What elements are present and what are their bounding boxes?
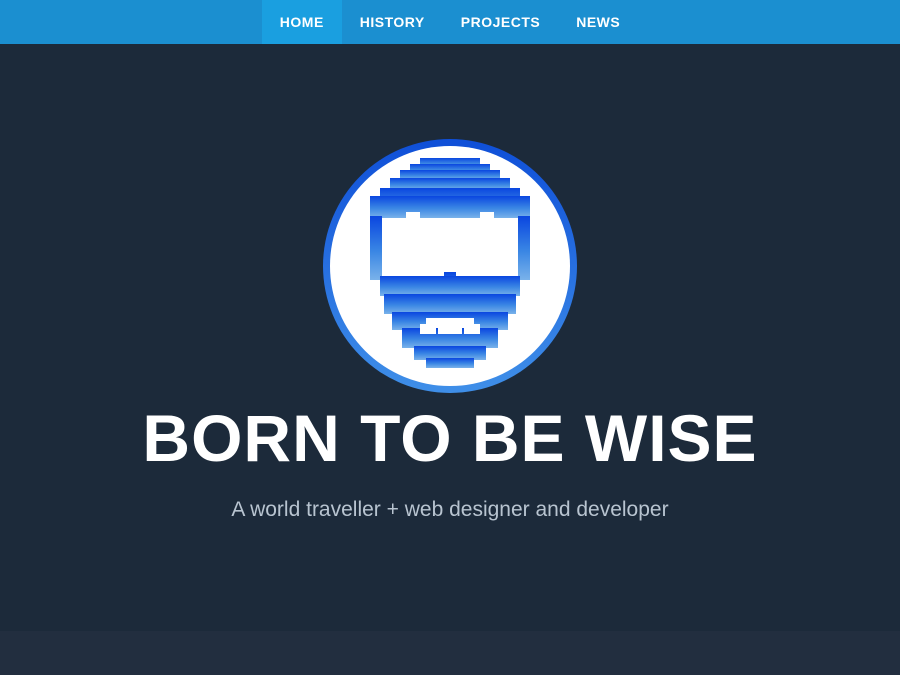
nav-item-home[interactable]: HOME (261, 0, 342, 44)
nav-item-news[interactable]: NEWS (558, 0, 638, 44)
hero-section: BORN TO BE WISE A world traveller + web … (0, 44, 900, 631)
next-section-band (0, 631, 900, 675)
nav-menu: HOME HISTORY PROJECTS NEWS (261, 0, 638, 44)
page-title: BORN TO BE WISE (142, 401, 758, 475)
pixel-bearded-face-with-sunglasses-icon (322, 138, 578, 394)
nav-item-history[interactable]: HISTORY (342, 0, 443, 44)
page-subtitle: A world traveller + web designer and dev… (231, 498, 669, 521)
top-navigation: HOME HISTORY PROJECTS NEWS (0, 0, 900, 44)
nav-item-projects[interactable]: PROJECTS (443, 0, 558, 44)
